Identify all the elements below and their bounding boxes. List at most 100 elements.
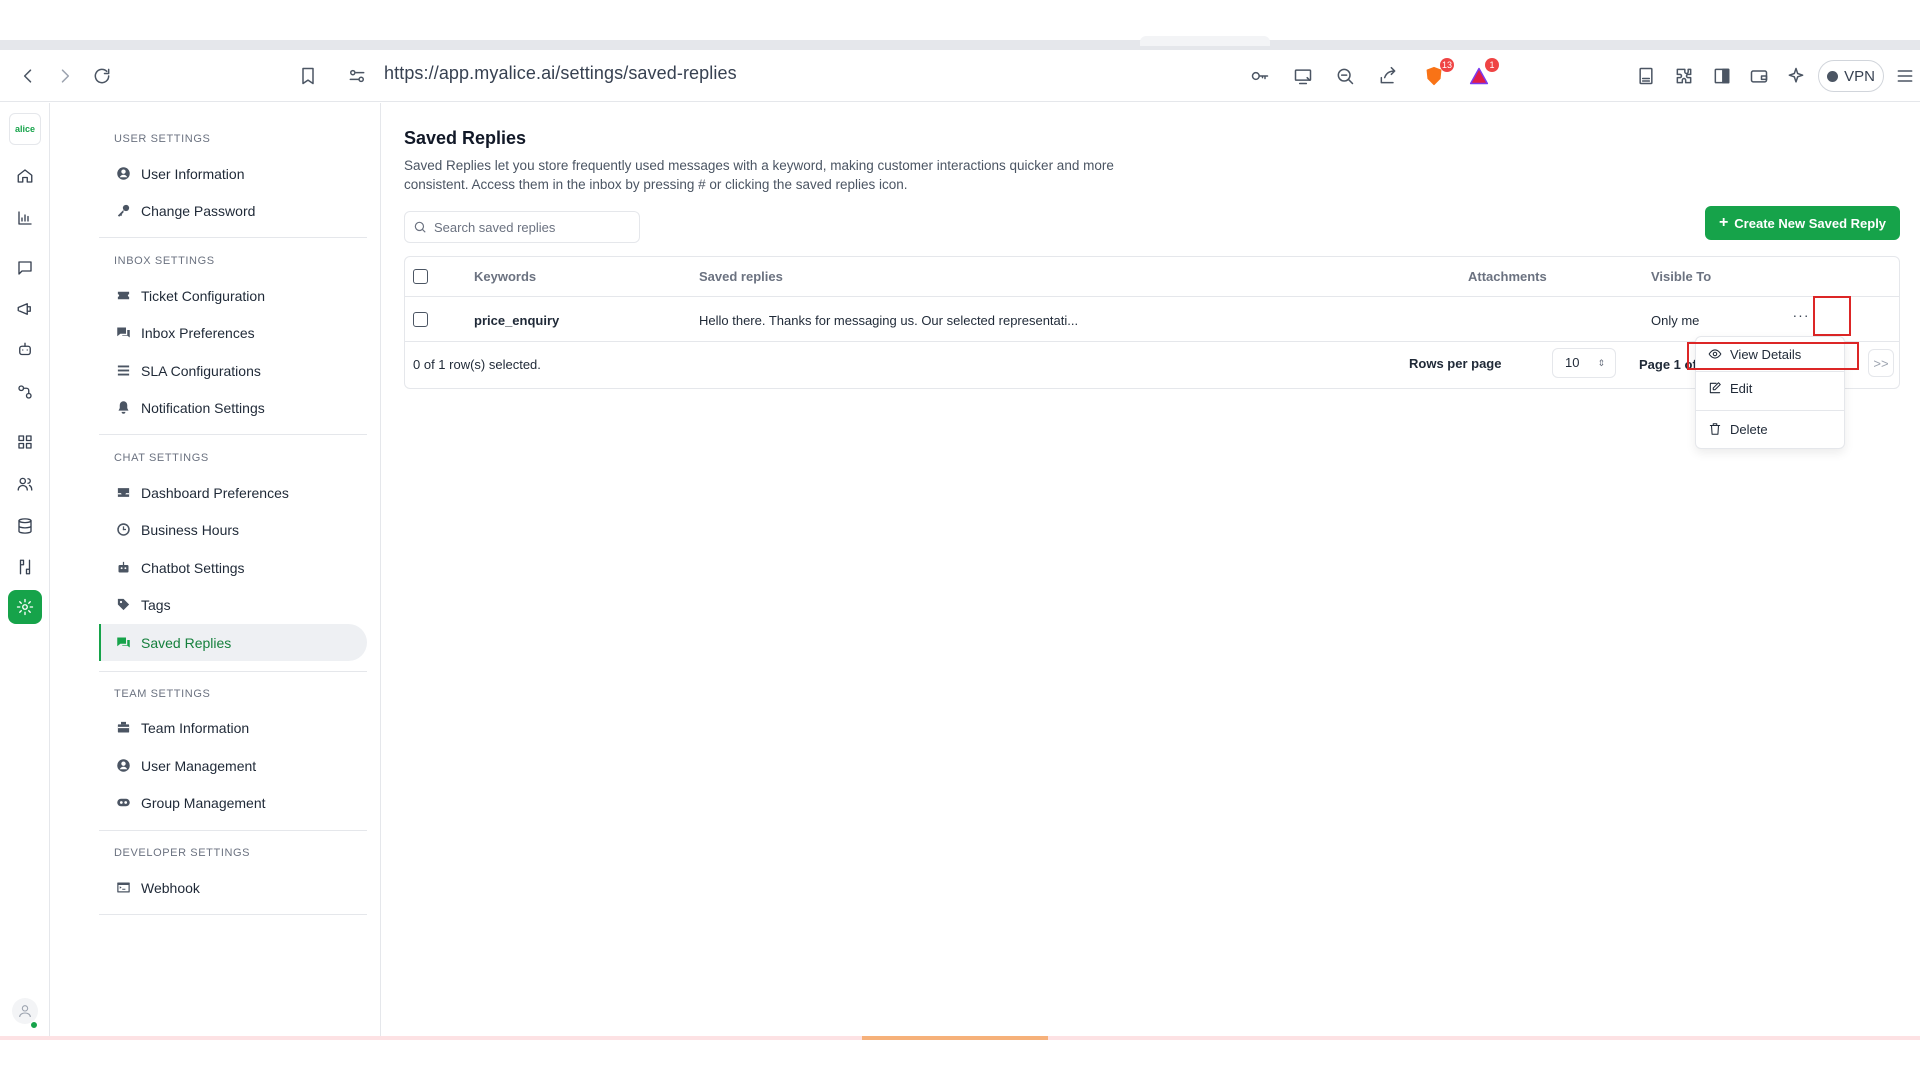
forward-icon[interactable] <box>51 62 79 90</box>
window-top-area <box>0 0 1920 40</box>
sidebar-item-label: Change Password <box>141 202 256 219</box>
brave-shield-icon[interactable]: 13 <box>1420 58 1454 90</box>
sidebar-item-label: Team Information <box>141 719 250 736</box>
bottom-status-strip <box>0 1036 1920 1040</box>
tab-strip <box>0 40 1920 50</box>
address-bar[interactable]: https://app.myalice.ai/settings/saved-re… <box>384 63 737 84</box>
sidebar-item-label: SLA Configurations <box>141 362 261 379</box>
section-chat-settings: CHAT SETTINGS <box>114 452 209 464</box>
tag-icon <box>115 597 131 613</box>
user-circle-icon <box>115 166 131 182</box>
wallet-icon[interactable] <box>1745 62 1773 90</box>
header-divider <box>405 296 1899 297</box>
customers-icon[interactable] <box>12 471 38 497</box>
site-settings-icon[interactable] <box>343 62 371 90</box>
cast-icon[interactable] <box>1289 62 1317 90</box>
rewards-badge: 1 <box>1485 58 1499 72</box>
sidebar-item-label: Dashboard Preferences <box>141 484 289 501</box>
last-page-button[interactable]: >> <box>1868 349 1894 377</box>
search-input[interactable] <box>434 219 634 235</box>
share-icon[interactable] <box>1374 62 1402 90</box>
sidebar-toggle-icon[interactable] <box>1708 62 1736 90</box>
menu-item-edit[interactable]: Edit <box>1696 372 1844 404</box>
sidebar-item-team-information[interactable]: Team Information <box>99 709 367 746</box>
sidebar-item-label: Inbox Preferences <box>141 324 255 341</box>
sidebar-item-label: Ticket Configuration <box>141 287 265 304</box>
highlight-view-details <box>1687 342 1859 370</box>
data-icon[interactable] <box>12 513 38 539</box>
list-icon <box>115 363 131 379</box>
integrations-icon[interactable] <box>12 379 38 405</box>
vpn-shield-icon <box>1827 70 1839 82</box>
reader-mode-icon[interactable] <box>1632 62 1660 90</box>
row-more-actions-button[interactable]: ··· <box>1788 303 1814 327</box>
sidebar-item-notification-settings[interactable]: Notification Settings <box>99 389 367 426</box>
sidebar-item-ticket-configuration[interactable]: Ticket Configuration <box>99 277 367 314</box>
inbox-tray-icon <box>115 485 131 501</box>
sidebar-item-saved-replies[interactable]: Saved Replies <box>99 624 367 661</box>
sidebar-item-label: Chatbot Settings <box>141 559 245 576</box>
sidebar-item-user-information[interactable]: User Information <box>99 155 367 192</box>
sidebar-item-chatbot-settings[interactable]: Chatbot Settings <box>99 549 367 586</box>
leo-ai-icon[interactable] <box>1782 62 1810 90</box>
sidebar-item-tags[interactable]: Tags <box>99 586 367 623</box>
menu-divider <box>1696 410 1844 411</box>
bookmark-icon[interactable] <box>294 62 322 90</box>
column-header-saved-replies: Saved replies <box>699 269 783 284</box>
terminal-icon <box>115 880 131 896</box>
back-icon[interactable] <box>14 62 42 90</box>
workflow-icon[interactable] <box>12 554 38 580</box>
sidebar-item-inbox-preferences[interactable]: Inbox Preferences <box>99 314 367 351</box>
settings-icon[interactable] <box>8 590 42 624</box>
menu-icon[interactable] <box>1891 62 1919 90</box>
divider <box>99 830 367 831</box>
brave-rewards-icon[interactable]: 1 <box>1465 58 1499 90</box>
home-icon[interactable] <box>12 163 38 189</box>
menu-item-label: Edit <box>1730 380 1753 396</box>
team-icon <box>115 720 131 736</box>
trash-icon <box>1709 423 1721 435</box>
extensions-icon[interactable] <box>1670 62 1698 90</box>
analytics-icon[interactable] <box>12 205 38 231</box>
sidebar-item-label: Webhook <box>141 879 200 896</box>
divider <box>99 671 367 672</box>
inbox-icon[interactable] <box>12 255 38 281</box>
column-header-keywords: Keywords <box>474 269 537 284</box>
reload-icon[interactable] <box>88 62 116 90</box>
menu-item-delete[interactable]: Delete <box>1696 413 1844 445</box>
zoom-out-icon[interactable] <box>1331 62 1359 90</box>
sidebar-item-group-management[interactable]: Group Management <box>99 784 367 821</box>
key-icon <box>115 203 131 219</box>
user-circle-icon <box>115 758 131 774</box>
sidebar-item-user-management[interactable]: User Management <box>99 747 367 784</box>
search-icon <box>414 221 426 233</box>
sidebar-item-change-password[interactable]: Change Password <box>99 192 367 229</box>
section-inbox-settings: INBOX SETTINGS <box>114 255 215 267</box>
sidebar-item-sla-configurations[interactable]: SLA Configurations <box>99 352 367 389</box>
group-icon <box>115 795 131 811</box>
app-icon-rail: alice <box>0 103 50 1040</box>
select-all-checkbox[interactable] <box>413 269 428 284</box>
broadcast-icon[interactable] <box>12 296 38 322</box>
active-tab[interactable] <box>1140 36 1270 46</box>
highlight-more-button <box>1813 296 1851 336</box>
bot-icon[interactable] <box>12 337 38 363</box>
sidebar-item-label: Saved Replies <box>141 634 232 651</box>
sidebar-item-webhook[interactable]: Webhook <box>99 869 367 906</box>
ticket-icon <box>115 288 131 304</box>
settings-sidebar: USER SETTINGS User Information Change Pa… <box>51 103 381 1040</box>
vpn-button[interactable]: VPN <box>1818 60 1884 92</box>
search-box[interactable] <box>404 211 640 243</box>
create-saved-reply-button[interactable]: + Create New Saved Reply <box>1705 206 1900 240</box>
row-keyword: price_enquiry <box>474 313 560 328</box>
alice-logo[interactable]: alice <box>9 113 41 145</box>
rows-per-page-select[interactable]: 10 ⇕ <box>1552 348 1616 378</box>
password-key-icon[interactable] <box>1246 62 1274 90</box>
rows-per-page-value: 10 <box>1565 355 1580 370</box>
brave-badge: 13 <box>1439 58 1454 72</box>
sidebar-item-business-hours[interactable]: Business Hours <box>99 511 367 548</box>
sidebar-item-dashboard-preferences[interactable]: Dashboard Preferences <box>99 474 367 511</box>
row-checkbox[interactable] <box>413 312 428 327</box>
saved-replies-table: Keywords Saved replies Attachments Visib… <box>404 256 1900 389</box>
apps-icon[interactable] <box>12 429 38 455</box>
